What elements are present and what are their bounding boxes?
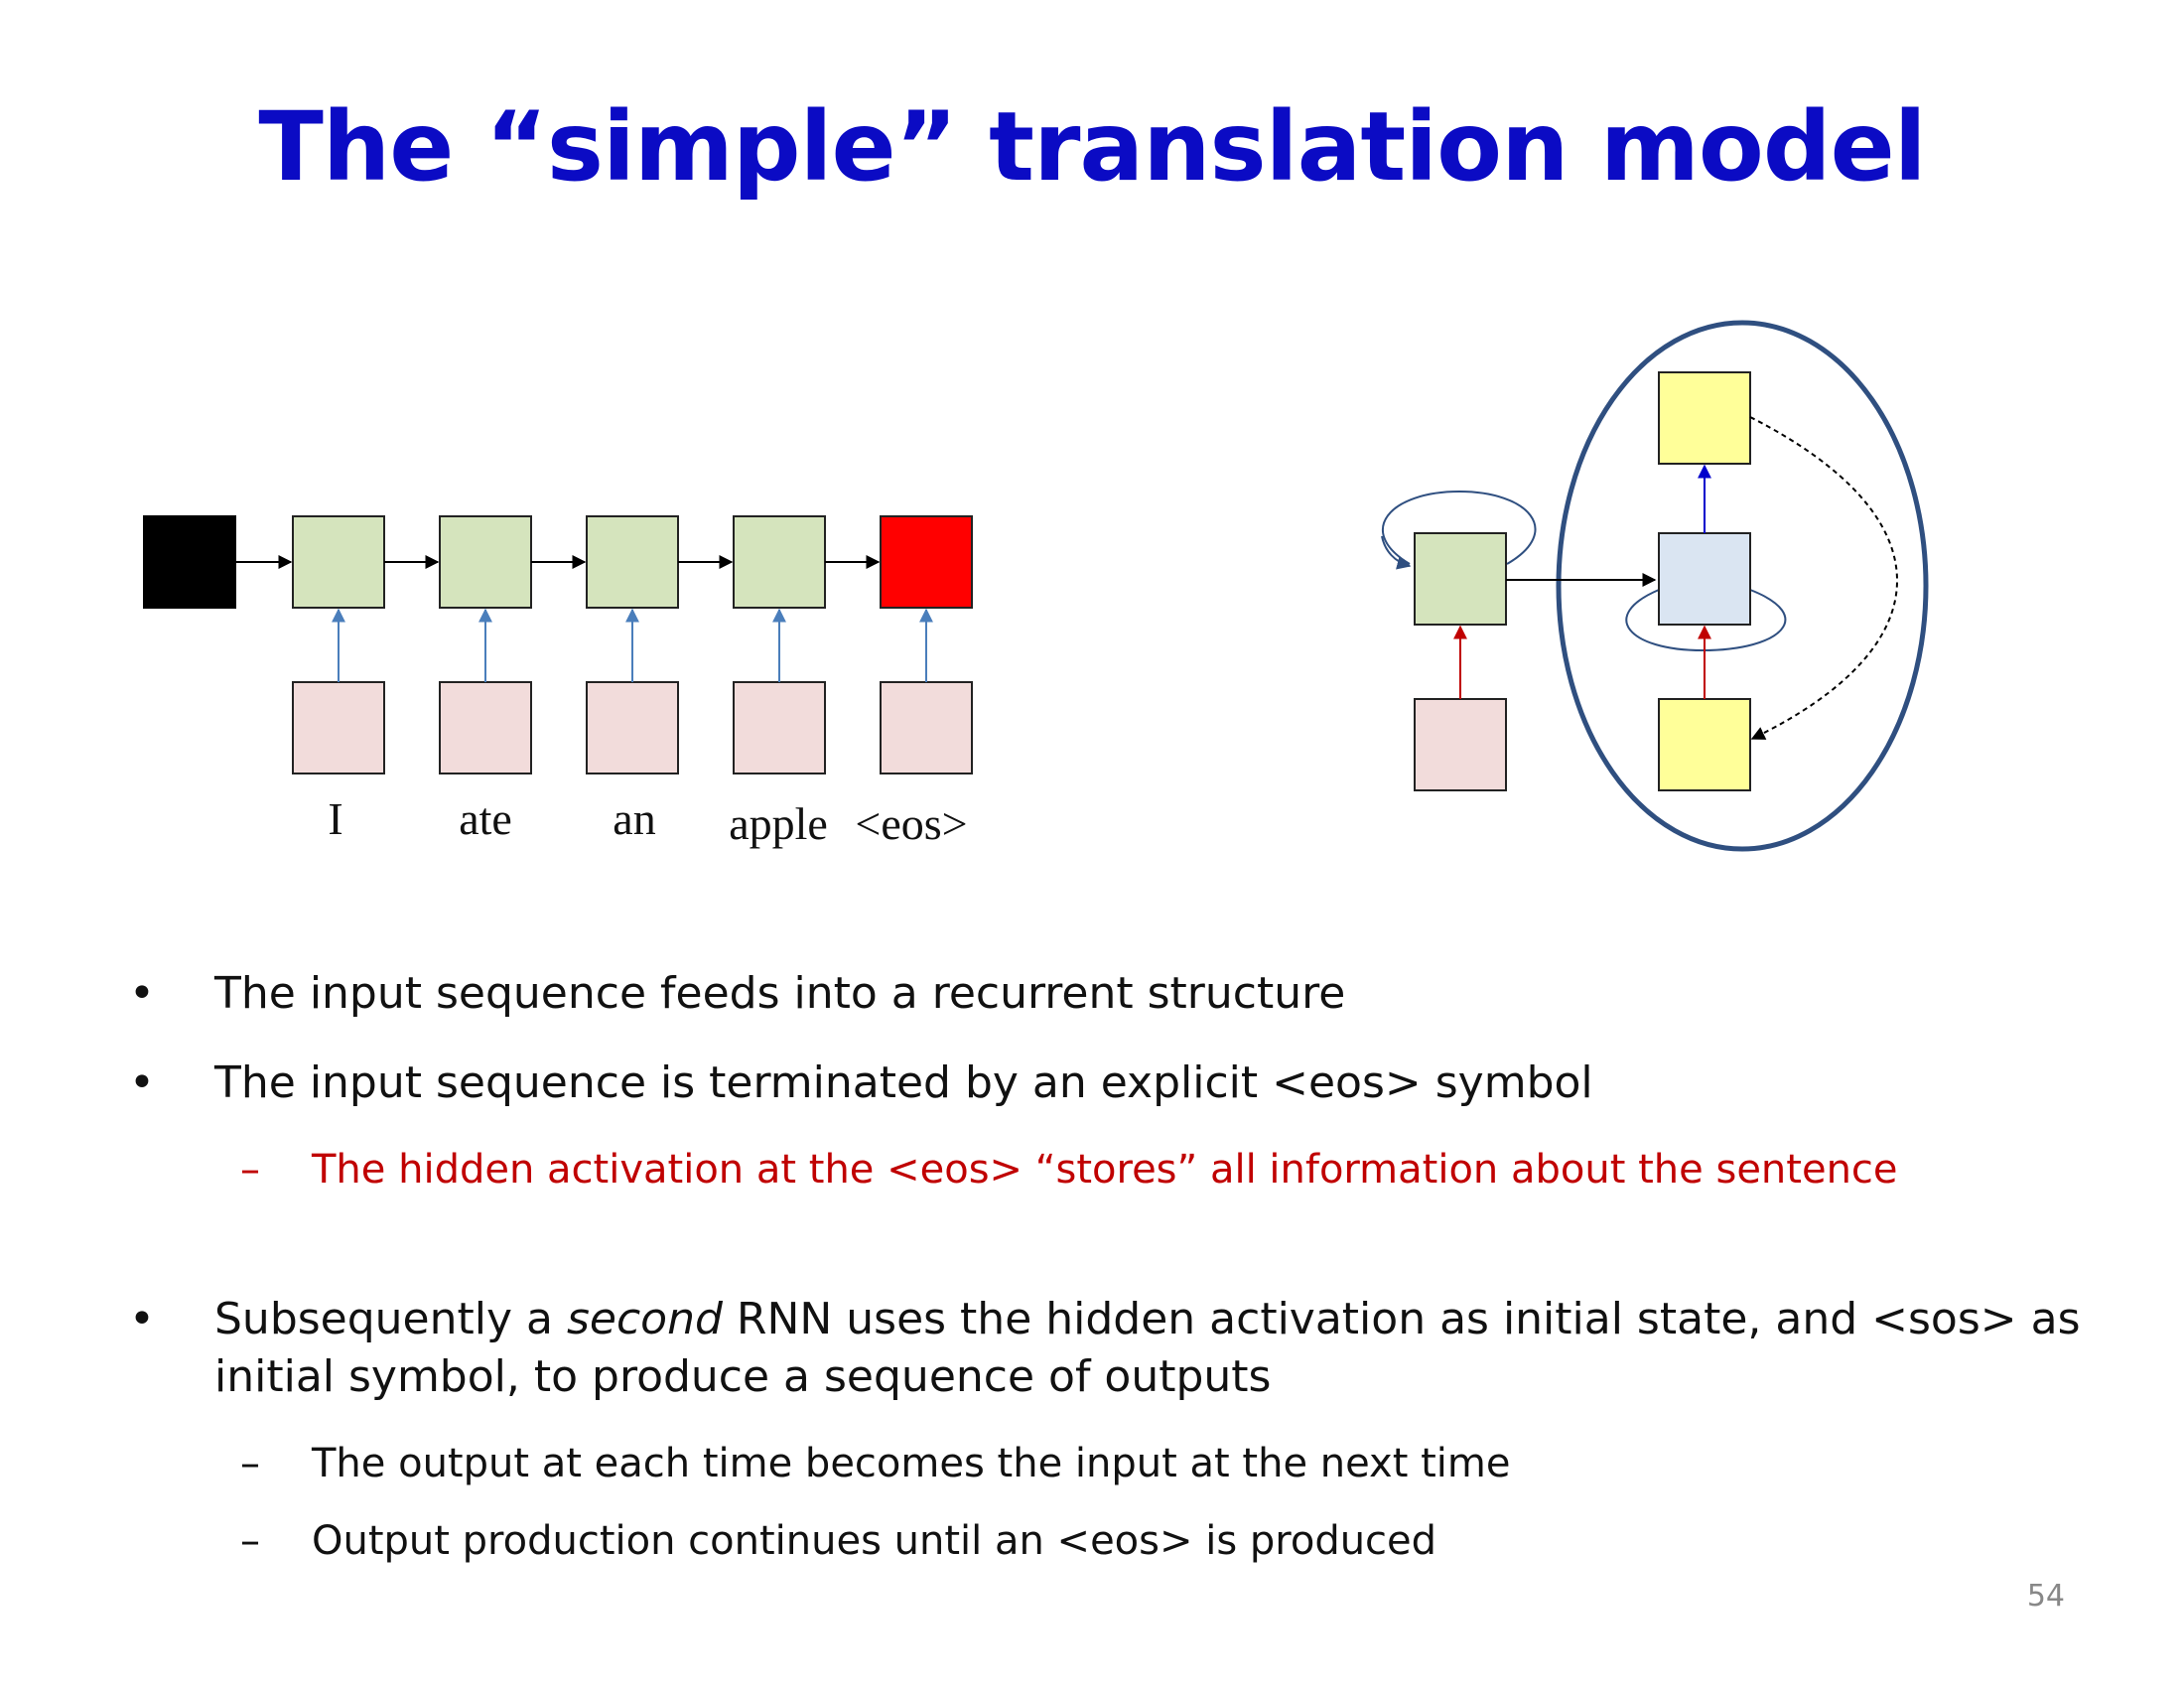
initial-state-box [143,515,236,609]
bullet-3-sub-1: – The output at each time becomes the in… [129,1438,2095,1489]
sub-dash: – [240,1147,260,1193]
bullet-2: • The input sequence is terminated by an… [129,1055,2095,1112]
encoder-hidden-box [1414,532,1507,626]
input-unit-5 [880,681,973,774]
decoder-hidden-box [1658,532,1751,626]
bullet-dot: • [129,1057,155,1108]
input-word-5: <eos> [855,798,967,849]
bullet-3-sub-2: – Output production continues until an <… [129,1515,2095,1567]
input-unit-1 [292,681,385,774]
compact-model [1381,320,1929,852]
feedback-dashed-arrow [1749,416,1898,740]
bullet-3-sub-1-text: The output at each time becomes the inpu… [312,1441,1511,1486]
input-unit-2 [439,681,532,774]
decoder-input-box [1658,698,1751,791]
bullet-3-text-italic: second [566,1294,723,1344]
bullet-2-text: The input sequence is terminated by an e… [214,1057,1593,1108]
bullet-dot: • [129,968,155,1019]
encoder-input-box [1414,698,1507,791]
input-unit-3 [586,681,679,774]
translation-model-diagram: I ate an apple <eos> [143,320,1929,852]
bullet-2-sub-1-text: The hidden activation at the <eos> “stor… [312,1147,1898,1193]
encoder-unrolled: I ate an apple <eos> [143,515,973,849]
bullet-2-sub-1: – The hidden activation at the <eos> “st… [129,1144,2095,1196]
input-word-2: ate [459,793,512,844]
input-word-4: apple [729,798,828,849]
input-word-1: I [328,793,342,844]
sub-dash: – [240,1518,260,1564]
bullet-3: • Subsequently a second RNN uses the hid… [129,1291,2095,1406]
bullet-1-text: The input sequence feeds into a recurren… [214,968,1346,1019]
hidden-unit-1 [292,515,385,609]
input-word-3: an [613,793,655,844]
input-unit-4 [733,681,826,774]
hidden-unit-2 [439,515,532,609]
hidden-unit-eos [880,515,973,609]
bullet-3-text-before: Subsequently a [214,1294,567,1344]
bullet-1: • The input sequence feeds into a recurr… [129,965,2095,1023]
hidden-unit-3 [586,515,679,609]
hidden-unit-4 [733,515,826,609]
bullet-list: • The input sequence feeds into a recurr… [129,965,2095,1593]
bullet-3-sub-2-text: Output production continues until an <eo… [312,1518,1437,1564]
page-number: 54 [2026,1579,2065,1614]
sub-dash: – [240,1441,260,1486]
decoder-output-box [1658,371,1751,465]
bullet-dot: • [129,1294,155,1344]
